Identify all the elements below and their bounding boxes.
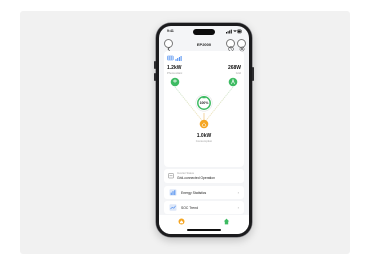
home-indicator [187,229,221,231]
bar-chart-icon [169,189,177,196]
soc-trend-label: SOC Trend [181,205,198,210]
energy-statistics-label: Energy Statistics [181,190,207,195]
chevron-right-icon: › [237,204,239,210]
consumption-label: Consumption [195,139,213,143]
tab-home-icon[interactable] [178,218,185,225]
signal-icon [226,29,232,34]
status-bar: 9:41 [159,26,249,36]
bottom-tab-bar [159,215,249,234]
settings-button[interactable] [237,39,246,52]
grid-node [228,77,238,87]
soc-trend-row[interactable]: SOC Trend › [164,201,244,214]
consumption-node [199,119,209,129]
phone-volume-up [154,61,156,69]
page-title: EP2000 [196,41,212,47]
inverter-status-value: Grid-connected Operation [177,176,215,180]
phone-volume-down [154,73,156,81]
history-button[interactable] [226,39,235,52]
trend-chart-icon [169,204,177,211]
phone-power-button [252,67,254,81]
wifi-icon [233,30,237,33]
energy-flow-diagram [170,77,238,129]
battery-soc: 100% [199,101,209,105]
app-header: EP2000 [159,38,249,52]
energy-statistics-row[interactable]: Energy Statistics › [164,186,244,199]
chevron-right-icon: › [237,189,239,195]
inverter-status-label: Inverter Status [177,171,194,175]
photovoltaic-node [170,77,180,87]
phone-frame: 9:41 EP2000 1.2kW Photovoltaic 268W Grid… [154,23,254,237]
inverter-icon [202,96,206,99]
system-status-icons [226,29,242,34]
status-time: 9:41 [167,29,174,33]
battery-icon [237,29,242,34]
inverter-icon [168,173,174,179]
tab-device-icon[interactable] [223,218,230,225]
app-screen: 9:41 EP2000 1.2kW Photovoltaic 268W Grid… [159,26,249,234]
dynamic-island [193,28,215,35]
energy-flow-card: 1.2kW Photovoltaic 268W Grid 100% 1.0kW … [164,51,244,167]
inverter-status-card: Inverter Status Grid-connected Operation [164,169,244,183]
